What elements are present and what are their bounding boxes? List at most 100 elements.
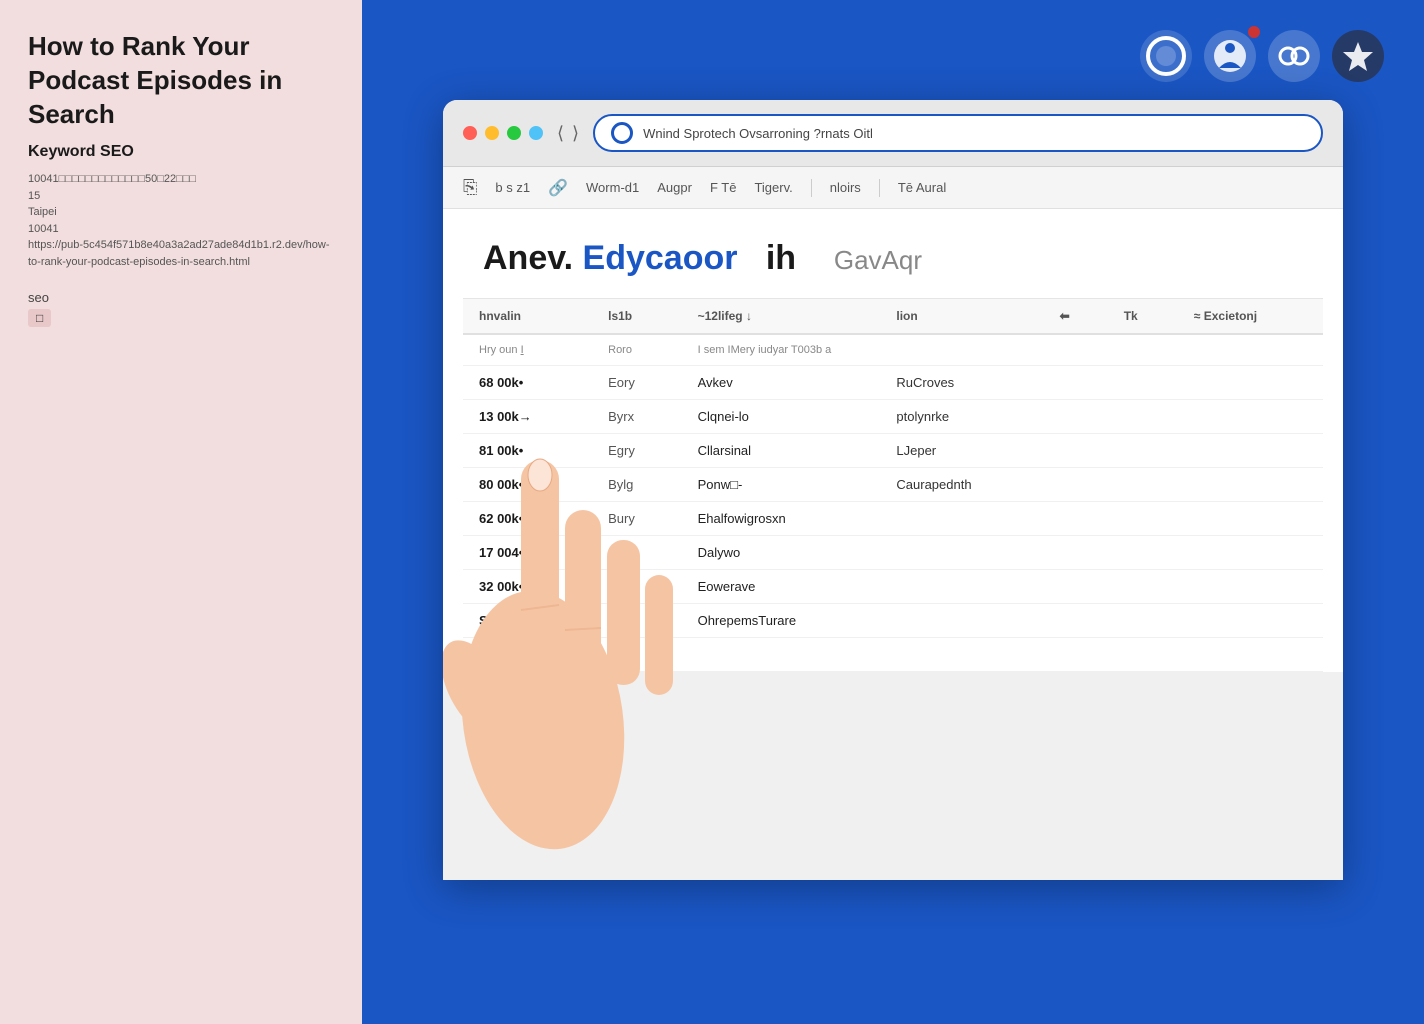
- extra3: [1178, 570, 1323, 604]
- extra2: [1108, 604, 1178, 638]
- page-subheading: GavAqr: [834, 245, 922, 275]
- col-arrow: ⬅: [1044, 299, 1108, 335]
- table-row: 62 00k• Bury Ehalfowigrosxn: [463, 502, 1323, 536]
- keyword-cell: Rylg: [592, 536, 681, 570]
- extra1: [1044, 434, 1108, 468]
- toolbar-item-tiger[interactable]: Tigerv.: [754, 180, 792, 195]
- col-excietonj[interactable]: ≈ Excietonj: [1178, 299, 1323, 335]
- col-lifeg[interactable]: ~12lifeg ↓: [682, 299, 881, 335]
- type-cell: Dalywo: [682, 536, 881, 570]
- type-cell: Clqnei-lo: [682, 400, 881, 434]
- toolbar-item-1[interactable]: b s z1: [495, 180, 530, 195]
- subheader-hry: Hry oun I: [463, 334, 592, 366]
- toolbar-divider-2: [879, 179, 880, 197]
- table-row: 17 004• Rylg Dalywo: [463, 536, 1323, 570]
- toolbar-item-te[interactable]: F Tē: [710, 180, 737, 195]
- extra1: [1044, 570, 1108, 604]
- type-cell: Ponw□-: [682, 468, 881, 502]
- table-row: 80 00k• Bylg Ponw□- Caurapednth: [463, 468, 1323, 502]
- browser-chrome: ⟨ ⟩ Wnind Sprotech Ovsarroning ?rnats Oi…: [443, 100, 1343, 167]
- nav-back-icon[interactable]: ⟨: [557, 123, 564, 144]
- rank-cell: [880, 536, 1043, 570]
- sidebar-meta-line1: 10041□□□□□□□□□□□□□50□22□□□: [28, 173, 196, 185]
- table-row: 68 00k• Eory Avkev RuCroves: [463, 366, 1323, 400]
- extra3: [1178, 400, 1323, 434]
- table-row: 32 00k• Bory Eowerave: [463, 570, 1323, 604]
- traffic-light-red[interactable]: [463, 126, 477, 140]
- extra1: [1044, 638, 1108, 672]
- sidebar-meta: 10041□□□□□□□□□□□□□50□22□□□ 15 Taipei 100…: [28, 171, 334, 270]
- toolbar-item-aural[interactable]: Tē Aural: [898, 180, 946, 195]
- table-body: 68 00k• Eory Avkev RuCroves 13 00k→ Byrx…: [463, 366, 1323, 672]
- extra1: [1044, 502, 1108, 536]
- vol-cell: 13 00k→: [463, 400, 592, 434]
- toolbar-item-worm[interactable]: Worm-d1: [586, 180, 639, 195]
- table-row: S0 00k• Nilly OhrepemsTurare: [463, 604, 1323, 638]
- extra3: [1178, 434, 1323, 468]
- type-cell: Cllarsinal: [682, 434, 881, 468]
- sidebar-title: How to Rank Your Podcast Episodes in Sea…: [28, 30, 334, 131]
- col-tk[interactable]: Tk: [1108, 299, 1178, 335]
- browser-icons: [1140, 30, 1384, 82]
- extra2: [1108, 536, 1178, 570]
- rank-cell: [880, 502, 1043, 536]
- page-heading-normal: Anev.: [483, 239, 573, 277]
- browser-toolbar: ⎘ b s z1 🔗 Worm-d1 Augpr F Tē Tigerv. nl…: [443, 167, 1343, 209]
- browser-icon-2-wrap: [1204, 30, 1256, 82]
- extra1: [1044, 400, 1108, 434]
- browser-icon-2: [1204, 30, 1256, 82]
- table-row: 8E 00k•: [463, 638, 1323, 672]
- vol-cell: 32 00k•: [463, 570, 592, 604]
- keyword-cell: Byrx: [592, 400, 681, 434]
- col-hnvalin[interactable]: hnvalin: [463, 299, 592, 335]
- browser-nav: ⟨ ⟩: [557, 123, 579, 144]
- vol-cell: S0 00k•: [463, 604, 592, 638]
- extra1: [1044, 536, 1108, 570]
- type-cell: Eowerave: [682, 570, 881, 604]
- traffic-light-yellow[interactable]: [485, 126, 499, 140]
- sidebar-meta-url: https://pub-5c454f571b8e40a3a2ad27ade84d…: [28, 239, 330, 268]
- subheader-roro: Roro: [592, 334, 681, 366]
- vol-cell: 62 00k•: [463, 502, 592, 536]
- url-text: Wnind Sprotech Ovsarroning ?rnats Oitl: [643, 126, 873, 141]
- page-header: Anev. Edycaoor ih GavAqr: [443, 209, 1343, 298]
- page-heading: Anev. Edycaoor ih GavAqr: [483, 239, 1303, 278]
- extra2: [1108, 502, 1178, 536]
- toolbar-item-nloirs[interactable]: nloirs: [830, 180, 861, 195]
- vol-cell: 81 00k•: [463, 434, 592, 468]
- keyword-cell: Egry: [592, 434, 681, 468]
- page-heading-blue: Edycaoor: [583, 239, 738, 277]
- toolbar-item-augpr[interactable]: Augpr: [657, 180, 692, 195]
- extra1: [1044, 366, 1108, 400]
- url-bar[interactable]: Wnind Sprotech Ovsarroning ?rnats Oitl: [593, 114, 1323, 152]
- vol-cell: 80 00k•: [463, 468, 592, 502]
- browser-icon-4: [1332, 30, 1384, 82]
- extra1: [1044, 604, 1108, 638]
- extra3: [1178, 638, 1323, 672]
- extra3: [1178, 604, 1323, 638]
- traffic-lights: [463, 126, 543, 140]
- traffic-light-blue[interactable]: [529, 126, 543, 140]
- keyword-cell: Bory: [592, 570, 681, 604]
- notification-dot: [1248, 26, 1260, 38]
- extra3: [1178, 366, 1323, 400]
- nav-forward-icon[interactable]: ⟩: [572, 123, 579, 144]
- col-lstb[interactable]: ls1b: [592, 299, 681, 335]
- extra2: [1108, 434, 1178, 468]
- keyword-cell: [592, 638, 681, 672]
- toolbar-item-2[interactable]: 🔗: [548, 178, 568, 198]
- extra1: [1044, 468, 1108, 502]
- sidebar: How to Rank Your Podcast Episodes in Sea…: [0, 0, 362, 1024]
- rank-cell: ptolynrke: [880, 400, 1043, 434]
- data-table-container: hnvalin ls1b ~12lifeg ↓ lion ⬅ Tk ≈ Exci…: [443, 298, 1343, 672]
- toolbar-item-0[interactable]: ⎘: [463, 177, 477, 198]
- rank-cell: [880, 604, 1043, 638]
- rank-cell: LJeper: [880, 434, 1043, 468]
- traffic-light-green[interactable]: [507, 126, 521, 140]
- page-content: Anev. Edycaoor ih GavAqr hnvalin ls1b ~: [443, 209, 1343, 672]
- rank-cell: [880, 570, 1043, 604]
- col-lion[interactable]: lion: [880, 299, 1043, 335]
- type-cell: OhrepemsTurare: [682, 604, 881, 638]
- sidebar-subtitle: Keyword SEO: [28, 143, 334, 161]
- toolbar-divider: [811, 179, 812, 197]
